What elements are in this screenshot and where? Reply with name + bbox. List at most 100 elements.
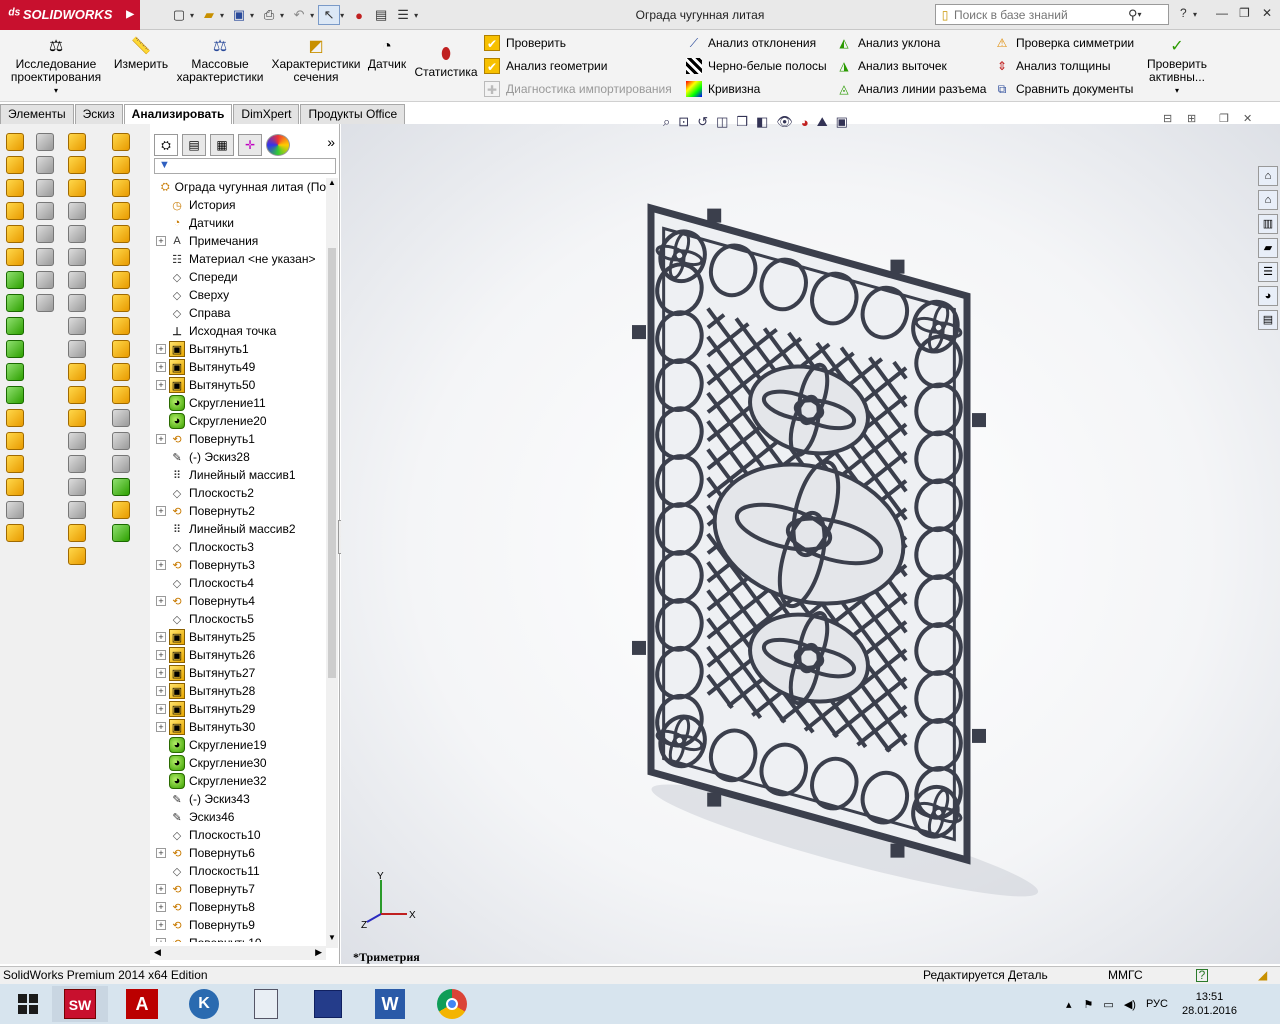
toolbar-icon[interactable] <box>112 179 130 197</box>
feature-tree-tab-icon[interactable]: ⛭ <box>154 134 178 156</box>
toolbar-icon[interactable] <box>6 225 24 243</box>
tree-node[interactable]: ◇ Плоскость11 <box>150 862 326 880</box>
toolbar-icon[interactable] <box>68 478 86 496</box>
chevron-down-icon[interactable]: ▾ <box>1138 10 1142 19</box>
toolbar-icon[interactable] <box>112 386 130 404</box>
compare-documents-button[interactable]: ⧉ Сравнить документы <box>994 79 1134 99</box>
scroll-up-icon[interactable]: ▲ <box>326 178 338 187</box>
language-indicator[interactable]: РУС <box>1146 998 1168 1010</box>
rebuild-icon[interactable]: ● <box>348 5 370 25</box>
minimize-icon[interactable]: — <box>1216 6 1228 20</box>
configuration-manager-tab-icon[interactable]: ▦ <box>210 134 234 156</box>
toolbar-icon[interactable] <box>36 133 54 151</box>
toolbar-icon[interactable] <box>68 225 86 243</box>
toolbar-icon[interactable] <box>68 179 86 197</box>
toolbar-icon[interactable] <box>112 432 130 450</box>
toolbar-icon[interactable] <box>68 271 86 289</box>
toolbar-icon[interactable] <box>6 478 24 496</box>
tree-node[interactable]: + ▣ Вытянуть26 <box>150 646 326 664</box>
toolbar-icon[interactable] <box>68 248 86 266</box>
tree-vertical-scrollbar[interactable]: ▲ ▼ <box>326 178 338 948</box>
toolbar-icon[interactable] <box>6 317 24 335</box>
tab-office-products[interactable]: Продукты Office <box>300 104 406 124</box>
toolbar-icon[interactable] <box>68 455 86 473</box>
help-button[interactable]: ? <box>1180 6 1187 20</box>
toolbar-icon[interactable] <box>112 294 130 312</box>
file-properties-icon[interactable]: ▤ <box>370 5 392 25</box>
tree-node[interactable]: +⟲ Повернуть10 <box>150 934 326 942</box>
tab-evaluate[interactable]: Анализировать <box>123 104 233 124</box>
tree-node[interactable]: + ▣ Вытянуть30 <box>150 718 326 736</box>
toolbar-icon[interactable] <box>112 524 130 542</box>
appearances-icon[interactable]: ◕ <box>1258 286 1278 306</box>
toolbar-icon[interactable] <box>112 225 130 243</box>
check-active-button[interactable]: ✓ Проверить активны... ▾ <box>1142 36 1212 97</box>
toolbar-icon[interactable] <box>68 202 86 220</box>
toolbar-icon[interactable] <box>68 294 86 312</box>
expand-icon[interactable]: + <box>156 506 166 516</box>
expand-icon[interactable]: + <box>156 434 166 444</box>
toolbar-icon[interactable] <box>68 409 86 427</box>
expand-icon[interactable]: + <box>156 632 166 642</box>
toolbar-icon[interactable] <box>36 271 54 289</box>
calculator-taskbar-icon[interactable] <box>238 986 294 1022</box>
expand-icon[interactable]: + <box>156 380 166 390</box>
check-button[interactable]: ✔ Проверить <box>484 33 566 53</box>
solidworks-logo[interactable]: ᵈˢ SOLIDWORKS ▶ <box>0 0 140 30</box>
expand-icon[interactable]: + <box>156 560 166 570</box>
select-arrow-icon[interactable]: ↖ <box>318 5 341 25</box>
tree-node[interactable]: + ⟲ Повернуть8 <box>150 898 326 916</box>
tab-sketch[interactable]: Эскиз <box>74 104 123 124</box>
tree-node[interactable]: + ⟲ Повернуть3 <box>150 556 326 574</box>
chevron-down-icon[interactable]: ▾ <box>220 11 224 20</box>
autocad-taskbar-icon[interactable]: A <box>114 986 170 1022</box>
toolbar-icon[interactable] <box>36 248 54 266</box>
toolbar-icon[interactable] <box>112 202 130 220</box>
toolbar-icon[interactable] <box>68 547 86 565</box>
tree-node[interactable]: + ▣ Вытянуть29 <box>150 700 326 718</box>
options-icon[interactable]: ☰ <box>392 5 414 25</box>
search-input[interactable] <box>954 7 1124 22</box>
tree-filter-input[interactable]: ▼ <box>154 158 336 174</box>
toolbar-icon[interactable] <box>112 363 130 381</box>
tree-horizontal-scrollbar[interactable]: ◀ ▶ <box>150 946 326 960</box>
draft-analysis-button[interactable]: ◭ Анализ уклона <box>836 33 940 53</box>
chrome-taskbar-icon[interactable] <box>424 986 480 1022</box>
expand-icon[interactable]: + <box>156 938 166 942</box>
tree-node[interactable]: ◕ Скругление19 <box>150 736 326 754</box>
scroll-right-icon[interactable]: ▶ <box>315 947 322 958</box>
display-manager-tab-icon[interactable] <box>266 134 290 156</box>
toolbar-icon[interactable] <box>6 271 24 289</box>
toolbar-icon[interactable] <box>68 133 86 151</box>
tree-node[interactable]: + ⟲ Повернуть2 <box>150 502 326 520</box>
import-diagnostics-button[interactable]: ✚ Диагностика импортирования <box>484 79 672 99</box>
solidworks-taskbar-icon[interactable]: SW <box>52 986 108 1022</box>
expand-icon[interactable]: + <box>156 686 166 696</box>
units-label[interactable]: ММГС <box>1108 967 1143 984</box>
mass-properties-button[interactable]: ⚖ Массовые характеристики <box>174 36 266 84</box>
kompas-taskbar-icon[interactable]: K <box>176 986 232 1022</box>
toolbar-icon[interactable] <box>6 156 24 174</box>
save-floppy-taskbar-icon[interactable] <box>300 986 356 1022</box>
save-icon[interactable]: ▣ <box>228 5 250 25</box>
toolbar-icon[interactable] <box>6 501 24 519</box>
expand-icon[interactable]: + <box>156 596 166 606</box>
expand-icon[interactable]: + <box>156 650 166 660</box>
toolbar-icon[interactable] <box>112 248 130 266</box>
toolbar-icon[interactable] <box>36 179 54 197</box>
graphics-viewport[interactable]: ⌕ ⊡ ↺ ◫ ❒ ◧ 👁 ◕ ⛰ ▣ ⊟ ⊞ ❐ ✕ ⌂ ⌂ ▥ ▰ ☰ ◕ … <box>341 113 1280 964</box>
curvature-button[interactable]: Кривизна <box>686 79 760 99</box>
tree-node[interactable]: ✎ (-) Эскиз43 <box>150 790 326 808</box>
toolbar-icon[interactable] <box>68 432 86 450</box>
section-properties-button[interactable]: ◩ Характеристики сечения <box>268 36 364 84</box>
tree-node[interactable]: ◇ Плоскость5 <box>150 610 326 628</box>
windows-start-icon[interactable] <box>0 986 56 1022</box>
parting-line-analysis-button[interactable]: ◬ Анализ линии разъема <box>836 79 986 99</box>
chevron-down-icon[interactable]: ▾ <box>310 11 314 20</box>
tree-node[interactable]: ◕ Скругление30 <box>150 754 326 772</box>
tree-node[interactable]: + ▣ Вытянуть25 <box>150 628 326 646</box>
tree-node[interactable]: ◇ Плоскость2 <box>150 484 326 502</box>
close-icon[interactable]: ✕ <box>1262 6 1272 20</box>
tree-node[interactable]: ◕ Скругление32 <box>150 772 326 790</box>
statistics-button[interactable]: ⬮ Статистика <box>412 44 480 79</box>
